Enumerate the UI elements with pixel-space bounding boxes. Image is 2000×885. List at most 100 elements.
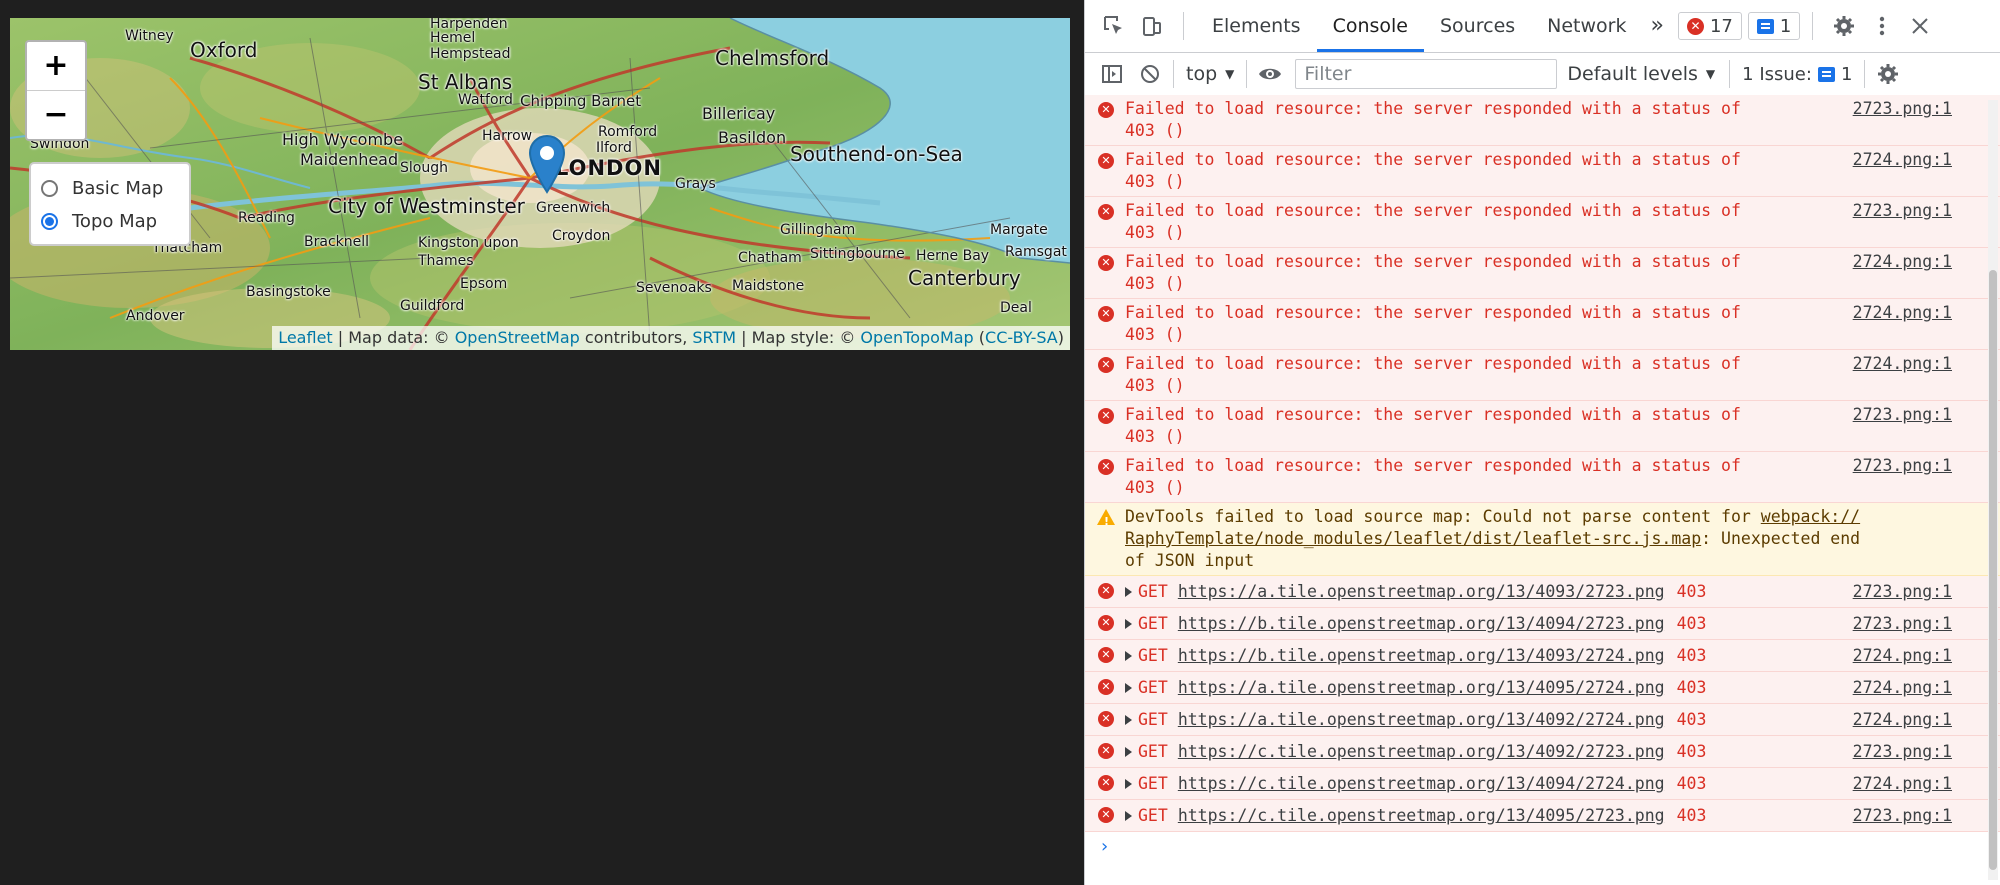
- console-filter-input[interactable]: [1295, 59, 1558, 89]
- device-toolbar-icon[interactable]: [1133, 7, 1171, 45]
- message-source-link[interactable]: 2723.png:1: [1853, 581, 1952, 603]
- message-count-badge[interactable]: 1: [1747, 12, 1801, 40]
- layer-option-basic[interactable]: Basic Map: [41, 172, 179, 205]
- opentopomap-link[interactable]: OpenTopoMap: [860, 328, 973, 347]
- devtools-tabbar: Elements Console Sources Network » ✕ 17 …: [1085, 0, 2000, 53]
- message-source-link[interactable]: 2724.png:1: [1853, 149, 1952, 171]
- tab-console[interactable]: Console: [1316, 0, 1424, 52]
- openstreetmap-link[interactable]: OpenStreetMap: [455, 328, 580, 347]
- scrollbar-thumb[interactable]: [1989, 270, 1997, 870]
- map-label-high-wycombe: High Wycombe: [282, 130, 404, 149]
- expand-triangle-icon[interactable]: [1125, 683, 1132, 693]
- zoom-in-button[interactable]: +: [27, 42, 85, 90]
- console-scrollbar[interactable]: [1988, 100, 1998, 880]
- more-options-icon[interactable]: [1863, 7, 1901, 45]
- network-error-row[interactable]: ✕ GET https://b.tile.openstreetmap.org/13…: [1085, 608, 2000, 640]
- expand-triangle-icon[interactable]: [1125, 779, 1132, 789]
- message-source-link[interactable]: 2723.png:1: [1853, 98, 1952, 120]
- message-source-link[interactable]: 2723.png:1: [1853, 741, 1952, 763]
- request-url-link[interactable]: https://c.tile.openstreetmap.org/13/4094…: [1178, 774, 1665, 793]
- issues-button[interactable]: 1 Issue: 1: [1734, 64, 1860, 85]
- zoom-out-button[interactable]: −: [27, 90, 85, 139]
- network-error-row[interactable]: ✕ GET https://a.tile.openstreetmap.org/13…: [1085, 704, 2000, 736]
- error-icon: ✕: [1098, 807, 1114, 823]
- network-error-text: GET https://a.tile.openstreetmap.org/13/4…: [1125, 581, 1950, 604]
- map-marker-icon[interactable]: [528, 134, 566, 198]
- network-error-row[interactable]: ✕ GET https://a.tile.openstreetmap.org/13…: [1085, 672, 2000, 704]
- srtm-link[interactable]: SRTM: [692, 328, 736, 347]
- sidebar-toggle-icon[interactable]: [1093, 55, 1131, 93]
- request-url-link[interactable]: https://b.tile.openstreetmap.org/13/4093…: [1178, 646, 1665, 665]
- message-source-link[interactable]: 2724.png:1: [1853, 709, 1952, 731]
- tab-network[interactable]: Network: [1531, 0, 1642, 52]
- cc-by-sa-link[interactable]: CC-BY-SA: [985, 328, 1058, 347]
- error-count-badge[interactable]: ✕ 17: [1677, 12, 1742, 40]
- message-source-link[interactable]: 2724.png:1: [1853, 677, 1952, 699]
- network-error-row[interactable]: ✕ GET https://c.tile.openstreetmap.org/13…: [1085, 800, 2000, 832]
- expand-triangle-icon[interactable]: [1125, 715, 1132, 725]
- message-source-link[interactable]: 2723.png:1: [1853, 613, 1952, 635]
- basic-map-radio[interactable]: [41, 180, 58, 197]
- map-label-canterbury: Canterbury: [908, 266, 1021, 290]
- log-levels-dropdown[interactable]: Default levels ▼: [1557, 63, 1725, 85]
- request-url-link[interactable]: https://a.tile.openstreetmap.org/13/4092…: [1178, 710, 1665, 729]
- message-source-link[interactable]: 2724.png:1: [1853, 251, 1952, 273]
- map-label-romford: Romford: [598, 124, 658, 140]
- request-url-link[interactable]: https://a.tile.openstreetmap.org/13/4095…: [1178, 678, 1665, 697]
- request-url-link[interactable]: https://c.tile.openstreetmap.org/13/4092…: [1178, 742, 1665, 761]
- request-url-link[interactable]: https://b.tile.openstreetmap.org/13/4094…: [1178, 614, 1665, 633]
- console-prompt[interactable]: ›: [1085, 832, 2000, 862]
- live-expression-eye-icon[interactable]: [1251, 55, 1289, 93]
- network-error-text: GET https://c.tile.openstreetmap.org/13/4…: [1125, 805, 1950, 828]
- settings-gear-icon[interactable]: [1825, 7, 1863, 45]
- tab-elements[interactable]: Elements: [1196, 0, 1317, 52]
- expand-triangle-icon[interactable]: [1125, 619, 1132, 629]
- console-message-error: ✕ Failed to load resource: the server re…: [1085, 146, 2000, 197]
- expand-triangle-icon[interactable]: [1125, 651, 1132, 661]
- tab-sources[interactable]: Sources: [1424, 0, 1531, 52]
- chevron-down-icon: ▼: [1705, 67, 1716, 81]
- message-source-link[interactable]: 2724.png:1: [1853, 302, 1952, 324]
- topo-map-radio[interactable]: [41, 213, 58, 230]
- context-selector[interactable]: top ▼: [1178, 63, 1242, 85]
- map-label-chipping-barnet: Chipping Barnet: [520, 92, 642, 110]
- request-url-link[interactable]: https://c.tile.openstreetmap.org/13/4095…: [1178, 806, 1665, 825]
- message-source-link[interactable]: 2723.png:1: [1853, 404, 1952, 426]
- expand-triangle-icon[interactable]: [1125, 747, 1132, 757]
- network-error-row[interactable]: ✕ GET https://c.tile.openstreetmap.org/13…: [1085, 736, 2000, 768]
- message-source-link[interactable]: 2724.png:1: [1853, 353, 1952, 375]
- map-label-slough: Slough: [400, 160, 448, 176]
- network-error-row[interactable]: ✕ GET https://a.tile.openstreetmap.org/13…: [1085, 576, 2000, 608]
- console-message-error: ✕ Failed to load resource: the server re…: [1085, 248, 2000, 299]
- request-status: 403: [1676, 582, 1707, 601]
- message-source-link[interactable]: 2723.png:1: [1853, 805, 1952, 827]
- network-error-row[interactable]: ✕ GET https://c.tile.openstreetmap.org/13…: [1085, 768, 2000, 800]
- layer-option-topo[interactable]: Topo Map: [41, 205, 179, 238]
- expand-triangle-icon[interactable]: [1125, 587, 1132, 597]
- console-message-error: ✕ Failed to load resource: the server re…: [1085, 299, 2000, 350]
- topo-map-label[interactable]: Topo Map: [72, 211, 157, 232]
- attribution-text-2: contributors,: [579, 328, 693, 347]
- console-settings-gear-icon[interactable]: [1869, 55, 1907, 93]
- message-source-link[interactable]: 2723.png:1: [1853, 200, 1952, 222]
- clear-console-icon[interactable]: [1131, 55, 1169, 93]
- message-source-link[interactable]: 2723.png:1: [1853, 455, 1952, 477]
- leaflet-link[interactable]: Leaflet: [278, 328, 332, 347]
- close-devtools-icon[interactable]: [1901, 7, 1939, 45]
- request-method: GET: [1138, 774, 1168, 793]
- expand-triangle-icon[interactable]: [1125, 811, 1132, 821]
- message-source-link[interactable]: 2724.png:1: [1853, 773, 1952, 795]
- inspect-element-icon[interactable]: [1095, 7, 1133, 45]
- network-error-row[interactable]: ✕ GET https://b.tile.openstreetmap.org/13…: [1085, 640, 2000, 672]
- attribution-text-5: ): [1057, 328, 1064, 347]
- request-url-link[interactable]: https://a.tile.openstreetmap.org/13/4093…: [1178, 582, 1665, 601]
- request-status: 403: [1676, 614, 1707, 633]
- message-source-link[interactable]: 2724.png:1: [1853, 645, 1952, 667]
- map-container[interactable]: Oxford Witney Swindon St Albans Harpende…: [10, 18, 1070, 350]
- request-method: GET: [1138, 742, 1168, 761]
- map-label-sittingbourne: Sittingbourne: [810, 246, 905, 262]
- basic-map-label[interactable]: Basic Map: [72, 178, 163, 199]
- error-icon: ✕: [1098, 679, 1114, 695]
- map-label-london: LONDON: [555, 156, 662, 180]
- more-tabs-icon[interactable]: »: [1643, 0, 1672, 52]
